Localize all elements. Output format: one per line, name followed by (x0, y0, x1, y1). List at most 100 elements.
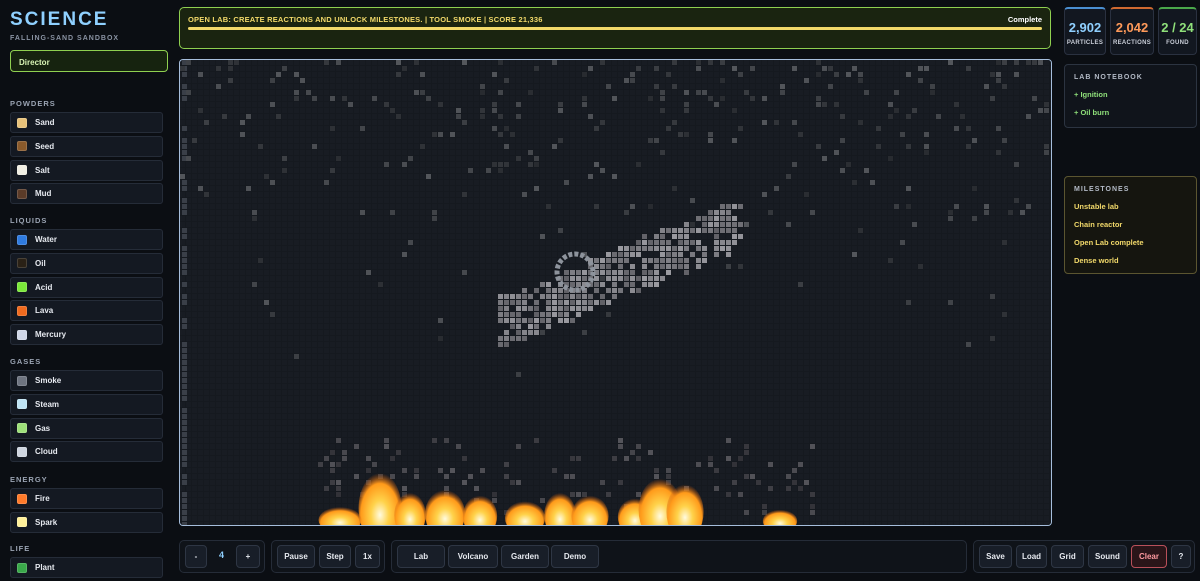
smoke-particle (816, 72, 821, 77)
smoke-cloud-particle (588, 294, 593, 299)
brush-size-group: - 4 + (179, 540, 265, 573)
smoke-particle (588, 66, 593, 71)
pause-button[interactable]: Pause (277, 545, 315, 568)
smoke-cloud-particle (660, 246, 665, 251)
material-oil-button[interactable]: Oil (10, 252, 163, 274)
material-sand-button[interactable]: Sand (10, 112, 163, 133)
smoke-particle (372, 96, 377, 101)
smoke-cloud-particle (576, 300, 581, 305)
save-button[interactable]: Save (979, 545, 1012, 568)
material-plant-button[interactable]: Plant (10, 557, 163, 578)
smoke-cloud-particle (546, 306, 551, 311)
smoke-particle (822, 66, 827, 71)
smoke-particle (182, 186, 187, 191)
simulation-canvas[interactable] (179, 59, 1052, 526)
step-button[interactable]: Step (319, 545, 351, 568)
smoke-cloud-particle (498, 312, 503, 317)
smoke-particle (182, 492, 187, 497)
smoke-particle (534, 66, 539, 71)
material-mercury-button[interactable]: Mercury (10, 324, 163, 346)
material-smoke-button[interactable]: Smoke (10, 370, 163, 391)
smoke-cloud-particle (606, 300, 611, 305)
scene-garden-button[interactable]: Garden (501, 545, 549, 568)
smoke-particle (228, 78, 233, 83)
smoke-particle (228, 60, 233, 65)
smoke-cloud-particle (654, 270, 659, 275)
smoke-cloud-particle (558, 318, 563, 323)
clear-button[interactable]: Clear (1131, 545, 1167, 568)
smoke-cloud-particle (504, 336, 509, 341)
smoke-particle (750, 474, 755, 479)
smoke-cloud-particle (558, 294, 563, 299)
smoke-particle (738, 492, 743, 497)
smoke-particle (858, 78, 863, 83)
smoke-particle (282, 66, 287, 71)
smoke-cloud-particle (564, 294, 569, 299)
smoke-cloud-particle (618, 252, 623, 257)
material-acid-button[interactable]: Acid (10, 276, 163, 298)
particle-field[interactable] (180, 60, 1051, 525)
smoke-cloud-particle (672, 258, 677, 263)
sound-button[interactable]: Sound (1088, 545, 1127, 568)
smoke-particle (516, 480, 521, 485)
smoke-cloud-particle (540, 282, 545, 287)
material-water-button[interactable]: Water (10, 229, 163, 250)
smoke-particle (480, 114, 485, 119)
smoke-cloud-particle (522, 330, 527, 335)
material-sidebar: SCIENCE FALLING-SAND SANDBOX Director PO… (0, 0, 170, 581)
smoke-cloud-particle (714, 240, 719, 245)
material-label: Mud (35, 189, 52, 199)
smoke-particle (846, 162, 851, 167)
smoke-particle (834, 72, 839, 77)
load-button[interactable]: Load (1016, 545, 1047, 568)
smoke-particle (768, 486, 773, 491)
smoke-particle (282, 168, 287, 173)
grid-button[interactable]: Grid (1051, 545, 1084, 568)
scene-lab-button[interactable]: Lab (397, 545, 445, 568)
smoke-particle (330, 468, 335, 473)
material-cloud-button[interactable]: Cloud (10, 441, 163, 463)
smoke-cloud-particle (564, 306, 569, 311)
smoke-particle (708, 462, 713, 467)
material-lava-button[interactable]: Lava (10, 300, 163, 322)
smoke-particle (492, 108, 497, 113)
speed-button[interactable]: 1x (355, 545, 380, 568)
scene-volcano-button[interactable]: Volcano (448, 545, 498, 568)
smoke-particle (492, 126, 497, 131)
brush-decrease-button[interactable]: - (185, 545, 207, 568)
brush-increase-button[interactable]: + (236, 545, 260, 568)
smoke-cloud-particle (534, 312, 539, 317)
smoke-particle (750, 96, 755, 101)
material-spark-button[interactable]: Spark (10, 511, 163, 533)
smoke-particle (858, 120, 863, 125)
help-button[interactable]: ? (1171, 545, 1191, 568)
scene-demo-button[interactable]: Demo (551, 545, 599, 568)
material-salt-button[interactable]: Salt (10, 159, 163, 181)
material-group-title: GASES (10, 357, 42, 366)
smoke-particle (864, 168, 869, 173)
smoke-particle (182, 480, 187, 485)
mode-selector[interactable]: Director (10, 50, 168, 72)
material-fire-button[interactable]: Fire (10, 488, 163, 509)
smoke-cloud-particle (534, 324, 539, 329)
smoke-cloud-particle (516, 324, 521, 329)
material-steam-button[interactable]: Steam (10, 393, 163, 415)
smoke-particle (924, 66, 929, 71)
smoke-cloud-particle (576, 282, 581, 287)
smoke-particle (684, 90, 689, 95)
smoke-particle (726, 492, 731, 497)
smoke-cloud-particle (576, 312, 581, 317)
smoke-particle (990, 72, 995, 77)
smoke-particle (654, 138, 659, 143)
app-subtitle: FALLING-SAND SANDBOX (10, 35, 120, 42)
smoke-particle (888, 258, 893, 263)
material-gas-button[interactable]: Gas (10, 417, 163, 439)
smoke-particle (888, 114, 893, 119)
material-mud-button[interactable]: Mud (10, 183, 163, 205)
smoke-cloud-particle (642, 270, 647, 275)
smoke-cloud-particle (714, 210, 719, 215)
smoke-cloud-particle (696, 264, 701, 269)
smoke-cloud-particle (498, 294, 503, 299)
smoke-cloud-particle (630, 270, 635, 275)
material-seed-button[interactable]: Seed (10, 135, 163, 157)
